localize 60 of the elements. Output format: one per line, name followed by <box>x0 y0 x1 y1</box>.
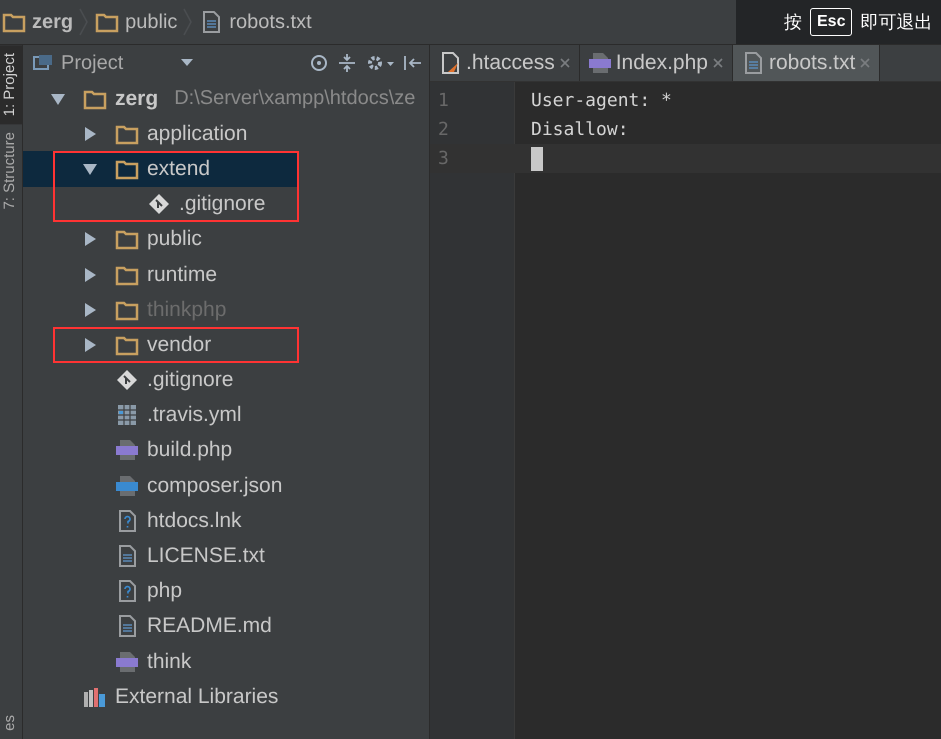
expand-arrow-icon[interactable] <box>83 162 97 176</box>
code-line: User-agent: * <box>531 90 672 111</box>
hint-text: 即可退出 <box>860 11 932 34</box>
expand-arrow-icon[interactable] <box>51 92 65 106</box>
code-line: Disallow: <box>531 119 629 140</box>
table-icon <box>115 404 139 426</box>
folder-icon <box>95 11 120 33</box>
tree-item[interactable]: composer.json <box>23 468 429 504</box>
json-file-icon <box>115 474 139 497</box>
tree-item[interactable]: extend <box>23 151 299 187</box>
php-file-icon <box>588 52 612 74</box>
folder-icon <box>115 228 139 250</box>
close-icon[interactable] <box>712 57 724 69</box>
side-tab[interactable]: 7: Structure <box>0 124 22 218</box>
tree-item[interactable]: application <box>23 116 429 152</box>
tree-item[interactable]: public <box>23 222 429 257</box>
expand-arrow-icon[interactable] <box>83 302 97 317</box>
tree-item[interactable]: zerg D:\Server\xampp\htdocs\ze <box>23 81 429 116</box>
tree-item[interactable]: External Libraries <box>23 679 429 714</box>
settings-icon[interactable] <box>365 53 395 73</box>
books-icon <box>83 686 107 708</box>
php-file-icon <box>115 439 139 462</box>
window-icon <box>33 54 53 72</box>
expand-arrow-icon[interactable] <box>83 268 97 282</box>
diamond-icon <box>147 193 171 216</box>
tree-item[interactable]: .gitignore <box>23 186 299 222</box>
target-icon[interactable] <box>309 53 329 73</box>
caret-icon <box>181 59 194 67</box>
breadcrumb-item[interactable]: public <box>95 10 178 34</box>
tree-item[interactable]: think <box>23 644 429 680</box>
breadcrumb-item[interactable]: robots.txt <box>199 10 312 34</box>
tree-item[interactable]: php <box>23 574 429 609</box>
tree-item[interactable]: .gitignore <box>23 362 429 398</box>
expand-arrow-icon[interactable] <box>83 232 97 246</box>
editor-tab[interactable]: robots.txt <box>732 45 880 81</box>
hint-text: 按 <box>784 11 802 34</box>
editor-tab[interactable]: Index.php <box>580 45 733 81</box>
folder-icon <box>2 11 26 33</box>
tree-item[interactable]: vendor <box>23 327 299 362</box>
collapse-icon[interactable] <box>337 53 357 73</box>
path-hint: D:\Server\xampp\htdocs\ze <box>174 87 416 110</box>
diamond-icon <box>115 369 139 392</box>
expand-arrow-icon[interactable] <box>83 338 97 352</box>
tree-item[interactable]: README.md <box>23 608 429 644</box>
close-icon[interactable] <box>558 57 571 69</box>
editor-tab[interactable]: .htaccess <box>430 45 580 81</box>
breadcrumb-item[interactable]: zerg <box>2 10 74 34</box>
php-file-icon <box>115 650 139 673</box>
side-tab[interactable]: 1: Project <box>0 45 22 124</box>
side-tab[interactable]: es <box>0 707 22 739</box>
expand-arrow-icon[interactable] <box>83 126 97 141</box>
key-cap: Esc <box>810 8 852 36</box>
text-cursor <box>531 146 543 170</box>
tree-item[interactable]: LICENSE.txt <box>23 538 429 574</box>
tree-item[interactable]: htdocs.lnk <box>23 503 429 538</box>
view-dropdown[interactable]: Project <box>31 50 196 76</box>
tree-item[interactable]: build.php <box>23 432 429 468</box>
tree-item[interactable]: runtime <box>23 256 429 292</box>
hide-panel-icon[interactable] <box>403 53 423 73</box>
tree-item[interactable]: .travis.yml <box>23 398 429 433</box>
